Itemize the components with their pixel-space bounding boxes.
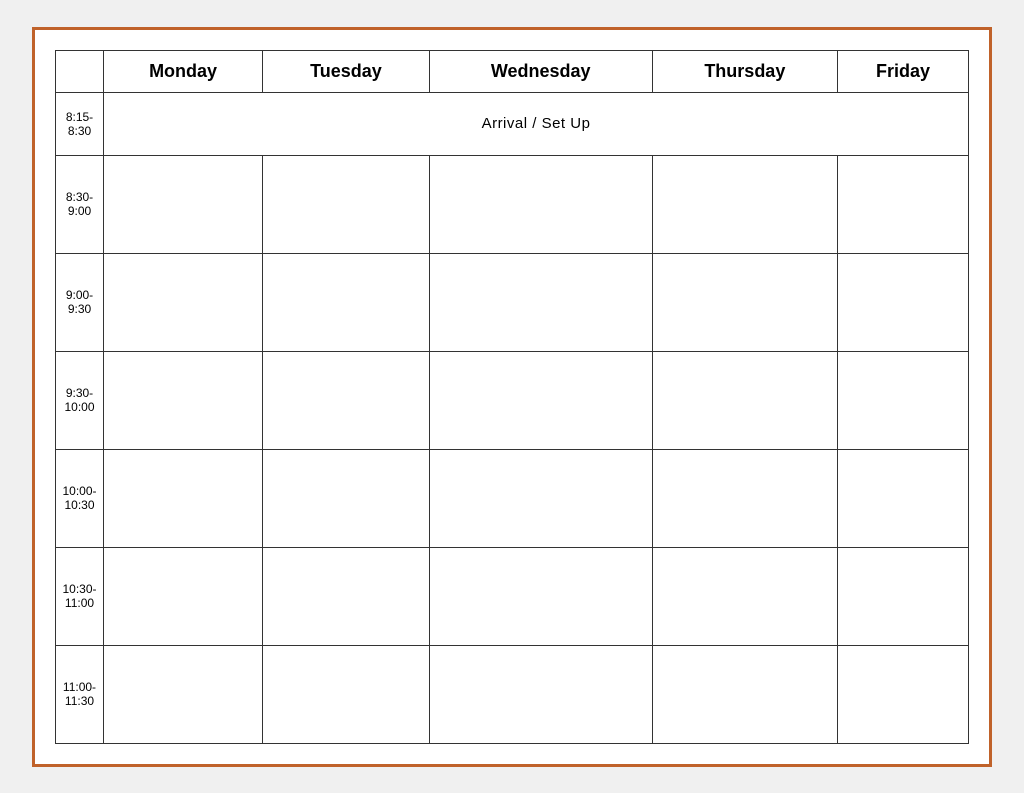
cell-thu-6 [652, 645, 837, 743]
time-row-5: 10:30-11:00 [56, 547, 969, 645]
cell-tue-3 [263, 351, 430, 449]
header-time-col [56, 50, 104, 92]
cell-tue-6 [263, 645, 430, 743]
cell-wed-1 [429, 155, 652, 253]
cell-mon-4 [104, 449, 263, 547]
header-tuesday: Tuesday [263, 50, 430, 92]
cell-thu-1 [652, 155, 837, 253]
schedule-table: Monday Tuesday Wednesday Thursday Friday… [55, 50, 969, 744]
cell-fri-5 [838, 547, 969, 645]
arrival-cell: Arrival / Set Up [104, 92, 969, 155]
time-slot-4: 10:00-10:30 [56, 449, 104, 547]
time-slot-6: 11:00-11:30 [56, 645, 104, 743]
cell-tue-4 [263, 449, 430, 547]
time-slot-5: 10:30-11:00 [56, 547, 104, 645]
time-row-2: 9:00-9:30 [56, 253, 969, 351]
cell-mon-6 [104, 645, 263, 743]
cell-mon-2 [104, 253, 263, 351]
cell-thu-2 [652, 253, 837, 351]
cell-fri-1 [838, 155, 969, 253]
cell-thu-3 [652, 351, 837, 449]
cell-wed-6 [429, 645, 652, 743]
cell-tue-2 [263, 253, 430, 351]
header-wednesday: Wednesday [429, 50, 652, 92]
time-slot-0: 8:15-8:30 [56, 92, 104, 155]
header-friday: Friday [838, 50, 969, 92]
header-row: Monday Tuesday Wednesday Thursday Friday [56, 50, 969, 92]
arrival-row: 8:15-8:30 Arrival / Set Up [56, 92, 969, 155]
time-row-1: 8:30-9:00 [56, 155, 969, 253]
cell-fri-4 [838, 449, 969, 547]
time-row-3: 9:30-10:00 [56, 351, 969, 449]
cell-wed-5 [429, 547, 652, 645]
cell-thu-4 [652, 449, 837, 547]
cell-fri-6 [838, 645, 969, 743]
time-slot-3: 9:30-10:00 [56, 351, 104, 449]
time-slot-2: 9:00-9:30 [56, 253, 104, 351]
cell-tue-1 [263, 155, 430, 253]
cell-mon-1 [104, 155, 263, 253]
cell-wed-3 [429, 351, 652, 449]
header-monday: Monday [104, 50, 263, 92]
cell-mon-5 [104, 547, 263, 645]
cell-fri-2 [838, 253, 969, 351]
time-row-4: 10:00-10:30 [56, 449, 969, 547]
cell-thu-5 [652, 547, 837, 645]
page-wrapper: Monday Tuesday Wednesday Thursday Friday… [32, 27, 992, 767]
cell-fri-3 [838, 351, 969, 449]
cell-wed-4 [429, 449, 652, 547]
cell-mon-3 [104, 351, 263, 449]
header-thursday: Thursday [652, 50, 837, 92]
cell-tue-5 [263, 547, 430, 645]
time-row-6: 11:00-11:30 [56, 645, 969, 743]
time-slot-1: 8:30-9:00 [56, 155, 104, 253]
cell-wed-2 [429, 253, 652, 351]
